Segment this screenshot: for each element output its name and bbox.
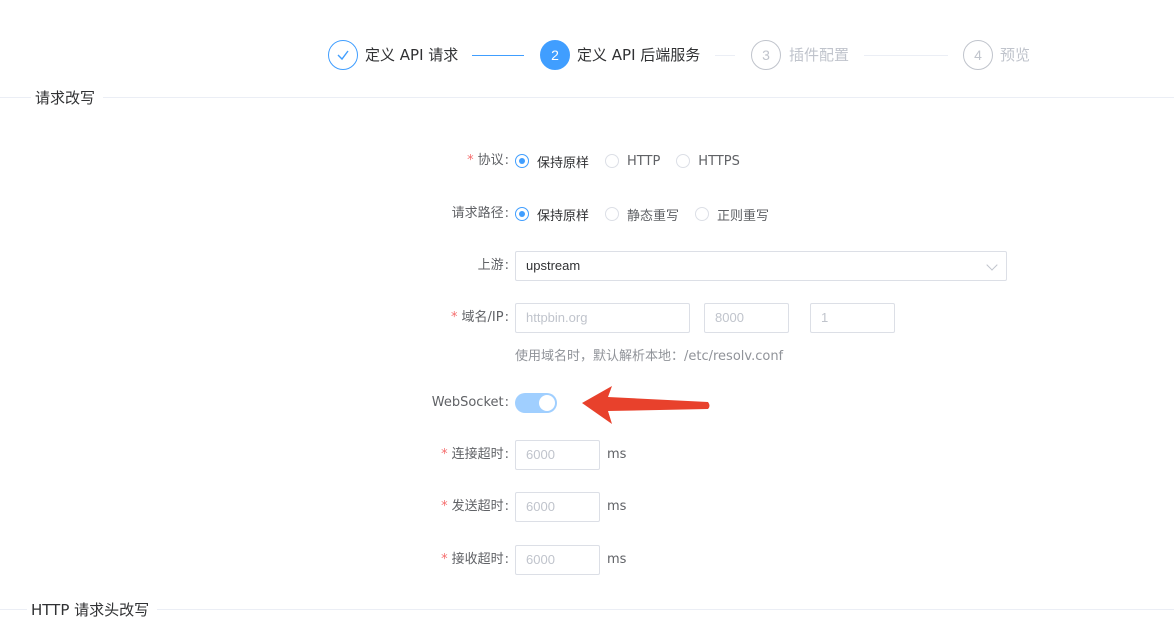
switch-knob [539, 395, 555, 411]
connect-timeout-label: * 连接超时: [441, 447, 509, 462]
step-line-3 [864, 55, 948, 56]
protocol-radio-keep[interactable]: 保持原样 [515, 152, 589, 171]
required-mark: * [467, 153, 474, 168]
radio-checked-icon [515, 154, 529, 168]
required-mark: * [441, 499, 448, 514]
upstream-select[interactable]: upstream [515, 251, 1007, 281]
domain-host-input[interactable]: httpbin.org [515, 303, 690, 333]
steps: 定义 API 请求 2 定义 API 后端服务 3 插件配置 4 预览 [328, 40, 1048, 72]
required-mark: * [451, 310, 458, 325]
radio-unchecked-icon [605, 154, 620, 168]
send-timeout-unit: ms [607, 499, 627, 514]
protocol-radio-group: 保持原样 HTTP HTTPS [515, 151, 756, 171]
step-line-1 [472, 55, 524, 56]
step-2-title: 定义 API 后端服务 [577, 46, 701, 64]
step-4-icon: 4 [963, 40, 993, 70]
step-2-icon: 2 [540, 40, 570, 70]
step-line-2 [715, 55, 735, 56]
receive-timeout-input[interactable]: 6000 [515, 545, 600, 575]
domain-weight-input[interactable]: 1 [810, 303, 895, 333]
required-mark: * [441, 552, 448, 567]
connect-timeout-unit: ms [607, 447, 627, 462]
path-label: 请求路径: [451, 206, 509, 221]
domain-hint: 使用域名时，默认解析本地：/etc/resolv.conf [515, 349, 784, 364]
step-3-icon: 3 [751, 40, 781, 70]
websocket-label: WebSocket: [431, 395, 509, 410]
radio-checked-icon [515, 207, 529, 221]
send-timeout-label: * 发送超时: [441, 499, 509, 514]
radio-unchecked-icon [695, 207, 710, 221]
chevron-down-icon [986, 259, 998, 271]
connect-timeout-input[interactable]: 6000 [515, 440, 600, 470]
radio-unchecked-icon [676, 154, 691, 168]
domain-port-input[interactable]: 8000 [704, 303, 789, 333]
websocket-switch[interactable] [515, 393, 557, 413]
step-4-title: 预览 [1000, 46, 1031, 64]
protocol-radio-http[interactable]: HTTP [605, 154, 660, 169]
step-3-title: 插件配置 [789, 46, 850, 64]
section-divider-header [0, 609, 1174, 610]
path-radio-static[interactable]: 静态重写 [605, 205, 679, 224]
protocol-radio-https[interactable]: HTTPS [676, 154, 740, 169]
send-timeout-input[interactable]: 6000 [515, 492, 600, 522]
protocol-label: * 协议: [467, 153, 509, 168]
section-divider-request [0, 97, 1174, 98]
step-1-title: 定义 API 请求 [365, 46, 459, 64]
upstream-select-value: upstream [526, 258, 581, 273]
receive-timeout-unit: ms [607, 552, 627, 567]
path-radio-group: 保持原样 静态重写 正则重写 [515, 204, 785, 224]
radio-unchecked-icon [605, 207, 620, 221]
arrow-left-icon [582, 386, 710, 424]
section-title-request-rewrite: 请求改写 [31, 87, 104, 108]
check-icon [337, 50, 349, 61]
domain-label: * 域名/IP: [451, 310, 509, 325]
section-title-header-rewrite: HTTP 请求头改写 [27, 599, 158, 620]
upstream-label: 上游: [477, 258, 509, 273]
path-radio-regex[interactable]: 正则重写 [695, 205, 769, 224]
path-radio-keep[interactable]: 保持原样 [515, 205, 589, 224]
required-mark: * [441, 447, 448, 462]
step-1-check-icon [328, 40, 358, 70]
receive-timeout-label: * 接收超时: [441, 552, 509, 567]
